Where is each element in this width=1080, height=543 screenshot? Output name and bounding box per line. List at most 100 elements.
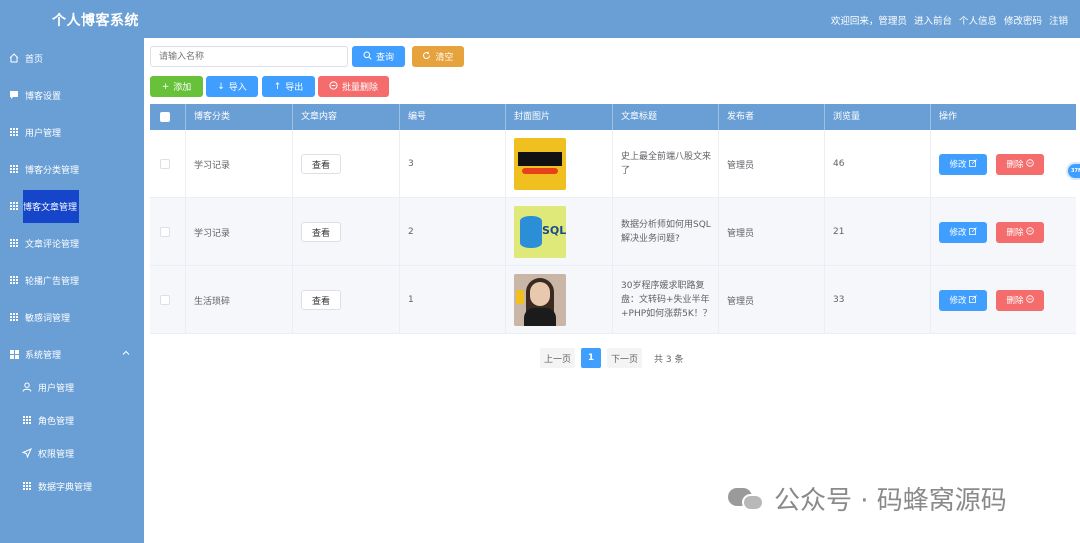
actions-cell: 修改 删除 — [931, 266, 1076, 334]
pagination: 上一页 1 下一页 共 3 条 — [540, 348, 683, 368]
logout-link[interactable]: 注销 — [1049, 13, 1068, 27]
profile-link[interactable]: 个人信息 — [959, 13, 997, 27]
export-button[interactable]: ↑ 导出 — [262, 76, 315, 97]
sidebar-subitem-permission-management[interactable]: 权限管理 — [0, 443, 144, 463]
add-button-label: 添加 — [173, 83, 192, 93]
column-header: 博客分类 — [186, 104, 293, 130]
remove-circle-icon — [329, 80, 338, 93]
grid-icon — [9, 164, 19, 174]
column-header: 浏览量 — [825, 104, 931, 130]
cover-cell — [506, 266, 613, 334]
total-count: 共 3 条 — [654, 354, 684, 365]
edit-button[interactable]: 修改 — [939, 289, 987, 311]
search-icon — [363, 51, 372, 63]
column-header: 编号 — [400, 104, 506, 130]
sidebar-item-label: 权限管理 — [38, 449, 75, 460]
main-content: 查询 清空 + 添加 ↓ 导入 ↑ 导出 批量删除 博客分类 文章内容 编号 封… — [144, 38, 1080, 543]
view-content-button[interactable]: 查看 — [301, 290, 341, 310]
table-row: 学习记录 查看 3 史上最全前端八股文来了 管理员 46 修改 删除 — [150, 130, 1076, 198]
author-cell: 管理员 — [719, 266, 825, 334]
floating-badge[interactable]: 37MB — [1066, 162, 1080, 180]
next-page-button[interactable]: 下一页 — [607, 348, 643, 368]
batch-delete-button[interactable]: 批量删除 — [318, 76, 389, 97]
import-button[interactable]: ↓ 导入 — [206, 76, 258, 97]
sidebar-item-label: 博客设置 — [25, 91, 62, 102]
edit-button-label: 修改 — [949, 296, 967, 306]
query-button-label: 查询 — [375, 53, 394, 63]
article-title: 30岁程序媛求职路复盘：文转码+失业半年+PHP如何涨薪5K！？ — [621, 281, 712, 319]
search-input[interactable] — [150, 46, 348, 67]
article-title: 史上最全前端八股文来了 — [621, 152, 712, 176]
welcome-text: 欢迎回来，管理员 — [830, 16, 907, 27]
goto-frontend-link[interactable]: 进入前台 — [914, 13, 952, 27]
grid-icon — [22, 481, 32, 491]
content-cell: 查看 — [293, 130, 400, 198]
delete-button[interactable]: 删除 — [996, 153, 1044, 175]
table-row: 学习记录 查看 2 SQL 数据分析师如何用SQL解决业务问题? 管理员 21 … — [150, 198, 1076, 266]
remove-circle-icon — [1025, 226, 1034, 238]
sidebar-item-label: 文章评论管理 — [25, 239, 80, 250]
sidebar-item-user-management[interactable]: 用户管理 — [0, 122, 144, 142]
remove-circle-icon — [1025, 158, 1034, 170]
column-header: 操作 — [939, 112, 958, 122]
sidebar-item-blog-articles[interactable]: 博客文章管理 — [0, 189, 144, 223]
sidebar-item-home[interactable]: 首页 — [0, 48, 144, 68]
sidebar-item-label: 数据字典管理 — [38, 482, 93, 493]
actions-cell: 修改 删除 — [931, 130, 1076, 198]
edit-button[interactable]: 修改 — [939, 221, 987, 243]
wechat-icon — [728, 484, 768, 514]
column-header: 文章内容 — [293, 104, 400, 130]
column-header: 发布者 — [719, 104, 825, 130]
export-button-label: 导出 — [285, 83, 304, 93]
select-all-checkbox[interactable] — [160, 112, 170, 122]
view-content-button[interactable]: 查看 — [301, 154, 341, 174]
row-checkbox[interactable] — [160, 227, 170, 237]
delete-button[interactable]: 删除 — [996, 289, 1044, 311]
edit-button[interactable]: 修改 — [939, 153, 987, 175]
grid-icon — [9, 312, 19, 322]
watermark-text: 公众号 · 码蜂窝源码 — [774, 486, 1007, 516]
remove-circle-icon — [1025, 294, 1034, 306]
delete-button[interactable]: 删除 — [996, 221, 1044, 243]
grid-icon — [9, 201, 19, 211]
sidebar-item-carousel-ads[interactable]: 轮播广告管理 — [0, 270, 144, 290]
sidebar-subitem-role-management[interactable]: 角色管理 — [0, 410, 144, 430]
delete-button-label: 删除 — [1006, 228, 1024, 238]
table-header: 博客分类 文章内容 编号 封面图片 文章标题 发布者 浏览量 操作 — [150, 104, 1076, 130]
article-title: 数据分析师如何用SQL解决业务问题? — [621, 220, 711, 244]
grid-icon — [9, 275, 19, 285]
cover-image — [514, 138, 566, 190]
prev-page-button[interactable]: 上一页 — [540, 348, 576, 368]
category-cell: 学习记录 — [186, 198, 293, 266]
sidebar-item-label: 敏感词管理 — [25, 313, 71, 324]
sidebar-item-article-comments[interactable]: 文章评论管理 — [0, 233, 144, 253]
clear-button[interactable]: 清空 — [412, 46, 464, 67]
sidebar-item-label: 博客分类管理 — [25, 165, 80, 176]
sidebar-item-label: 首页 — [25, 54, 44, 65]
sidebar-item-blog-settings[interactable]: 博客设置 — [0, 85, 144, 105]
sidebar-subitem-data-dictionary[interactable]: 数据字典管理 — [0, 476, 144, 496]
sidebar-item-label: 用户管理 — [25, 128, 62, 139]
sidebar-item-label: 轮播广告管理 — [25, 276, 80, 287]
sidebar-subitem-user-management[interactable]: 用户管理 — [0, 377, 144, 397]
add-button[interactable]: + 添加 — [150, 76, 203, 97]
batch-delete-button-label: 批量删除 — [341, 83, 378, 93]
author-cell: 管理员 — [719, 130, 825, 198]
view-content-button[interactable]: 查看 — [301, 222, 341, 242]
id-cell: 3 — [400, 130, 506, 198]
change-password-link[interactable]: 修改密码 — [1004, 13, 1042, 27]
row-checkbox[interactable] — [160, 295, 170, 305]
query-button[interactable]: 查询 — [352, 46, 405, 67]
sidebar-item-blog-category[interactable]: 博客分类管理 — [0, 159, 144, 179]
sidebar-item-sensitive-words[interactable]: 敏感词管理 — [0, 307, 144, 327]
views-cell: 33 — [825, 266, 931, 334]
sidebar-item-system-management[interactable]: 系统管理 — [0, 344, 144, 364]
row-checkbox[interactable] — [160, 159, 170, 169]
sidebar: 首页 博客设置 用户管理 博客分类管理 博客文章管理 文章评论管理 轮播广告管理… — [0, 38, 144, 543]
grid-icon — [9, 238, 19, 248]
plus-icon: + — [161, 81, 170, 92]
watermark: 公众号 · 码蜂窝源码 — [728, 480, 1007, 517]
page-number-button[interactable]: 1 — [581, 348, 602, 368]
edit-icon — [968, 226, 977, 238]
refresh-icon — [422, 51, 431, 63]
